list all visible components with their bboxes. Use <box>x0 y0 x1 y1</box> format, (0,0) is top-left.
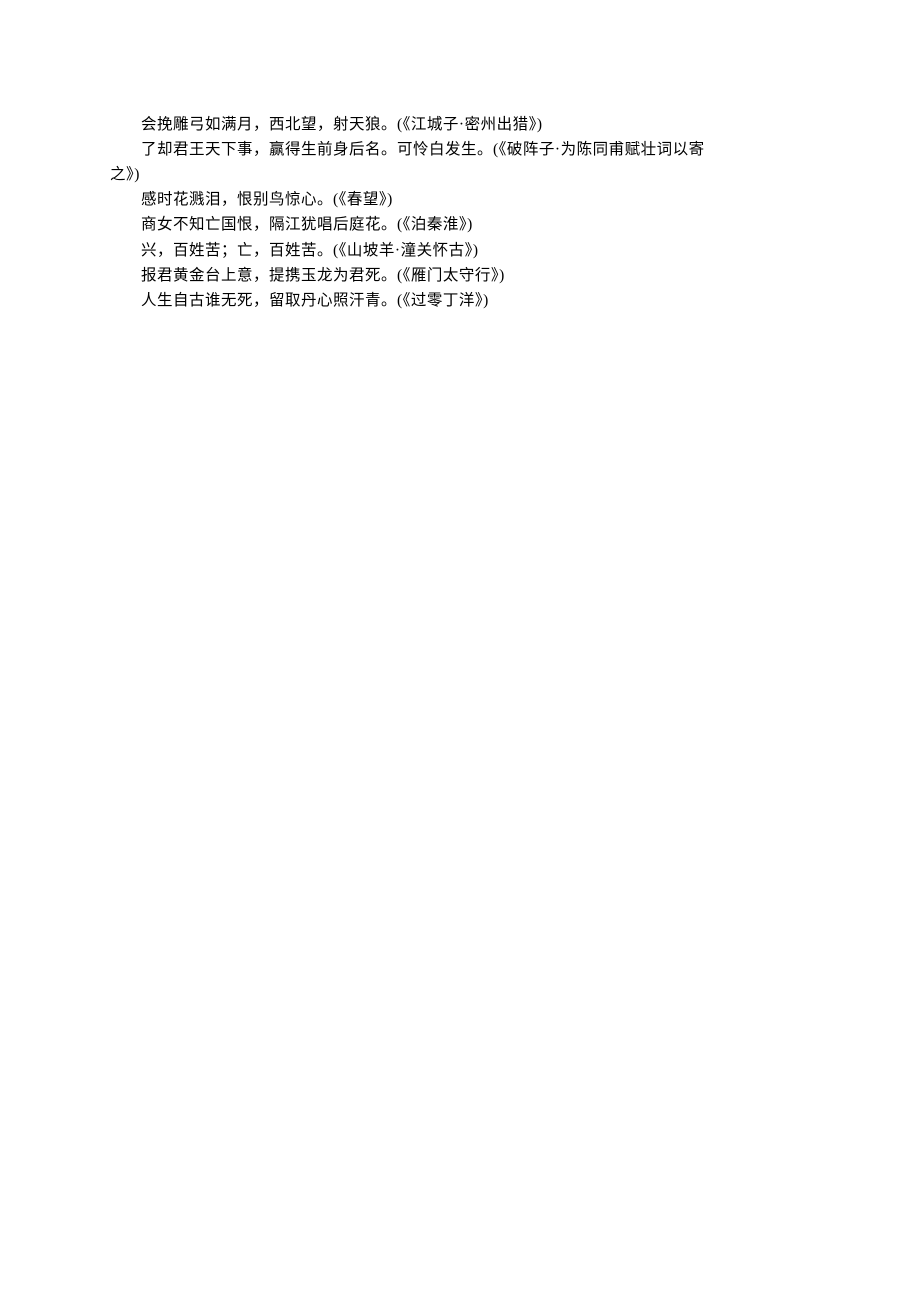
poetry-line: 感时花溅泪，恨别鸟惊心。(《春望》) <box>110 187 810 212</box>
poetry-line: 兴，百姓苦；亡，百姓苦。(《山坡羊·潼关怀古》) <box>110 238 810 263</box>
poetry-line: 商女不知亡国恨，隔江犹唱后庭花。(《泊秦淮》) <box>110 212 810 237</box>
text-content: 会挽雕弓如满月，西北望，射天狼。(《江城子·密州出猎》) 了却君王天下事，赢得生… <box>110 112 810 313</box>
document-page: 会挽雕弓如满月，西北望，射天狼。(《江城子·密州出猎》) 了却君王天下事，赢得生… <box>0 0 920 1302</box>
poetry-line: 了却君王天下事，赢得生前身后名。可怜白发生。(《破阵子·为陈同甫赋壮词以寄 <box>110 137 810 162</box>
poetry-line: 报君黄金台上意，提携玉龙为君死。(《雁门太守行》) <box>110 263 810 288</box>
poetry-line: 会挽雕弓如满月，西北望，射天狼。(《江城子·密州出猎》) <box>110 112 810 137</box>
poetry-line: 人生自古谁无死，留取丹心照汗青。(《过零丁洋》) <box>110 288 810 313</box>
poetry-line-continuation: 之》) <box>110 162 810 187</box>
